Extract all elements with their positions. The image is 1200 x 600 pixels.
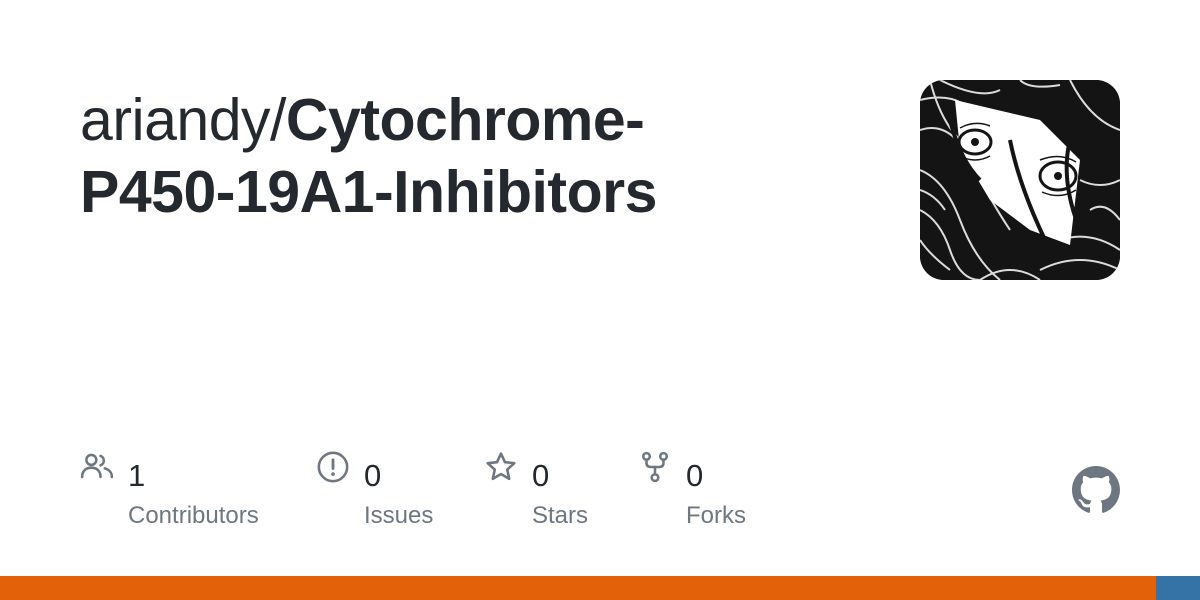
repo-name-part1[interactable]: Cytochrome- bbox=[286, 87, 645, 153]
issues-count: 0 bbox=[364, 458, 382, 493]
people-icon bbox=[80, 453, 114, 479]
github-icon[interactable] bbox=[1072, 466, 1120, 514]
language-segment-primary bbox=[0, 576, 1156, 600]
fork-icon bbox=[641, 451, 669, 483]
avatar-illustration bbox=[920, 80, 1120, 280]
language-bar bbox=[0, 576, 1200, 600]
repo-owner[interactable]: ariandy/ bbox=[80, 87, 286, 153]
star-icon bbox=[486, 452, 516, 481]
repo-social-card: ariandy/Cytochrome-P450-19A1-Inhibitors bbox=[0, 0, 1200, 600]
owner-avatar[interactable] bbox=[920, 80, 1120, 280]
stars-count: 0 bbox=[532, 458, 550, 493]
forks-count: 0 bbox=[686, 458, 704, 493]
contributors-count: 1 bbox=[128, 458, 146, 493]
stars-label: Stars bbox=[532, 502, 589, 529]
language-segment-secondary bbox=[1155, 576, 1200, 600]
issues-label: Issues bbox=[364, 502, 434, 529]
repo-title[interactable]: ariandy/Cytochrome- P450-19A1-Inhibitors bbox=[80, 84, 780, 228]
issue-icon bbox=[317, 451, 349, 483]
repo-name-part2[interactable]: P450-19A1-Inhibitors bbox=[80, 159, 657, 225]
contributors-label: Contributors bbox=[128, 502, 259, 529]
forks-label: Forks bbox=[686, 502, 746, 529]
